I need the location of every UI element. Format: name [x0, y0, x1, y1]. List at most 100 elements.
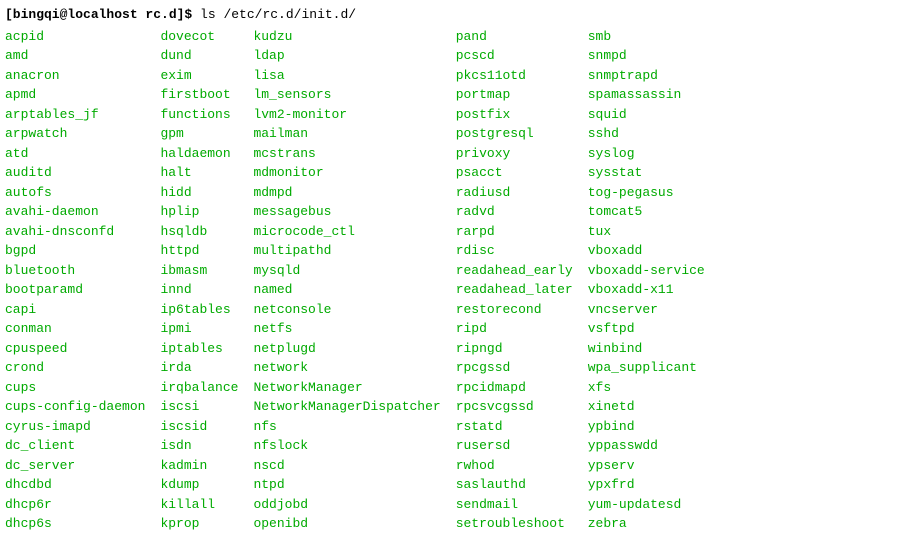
file-entry: atd	[5, 144, 145, 164]
column-5: smbsnmpdsnmptrapdspamassassinsquidsshdsy…	[588, 27, 705, 534]
file-entry: kudzu	[253, 27, 440, 47]
file-entry: yppasswdd	[588, 436, 705, 456]
file-entry: xinetd	[588, 397, 705, 417]
file-entry: smb	[588, 27, 705, 47]
file-entry: saslauthd	[456, 475, 573, 495]
file-entry: iptables	[160, 339, 238, 359]
file-entry: gpm	[160, 124, 238, 144]
column-3: kudzuldaplisalm_sensorslvm2-monitormailm…	[253, 27, 440, 534]
ls-output: acpidamdanacronapmdarptables_jfarpwatcha…	[5, 27, 914, 534]
file-entry: halt	[160, 163, 238, 183]
file-entry: mdmonitor	[253, 163, 440, 183]
terminal-prompt-line: [bingqi@localhost rc.d]$ ls /etc/rc.d/in…	[5, 5, 914, 25]
file-entry: bluetooth	[5, 261, 145, 281]
file-entry: hsqldb	[160, 222, 238, 242]
file-entry: cups	[5, 378, 145, 398]
file-entry: dhcp6s	[5, 514, 145, 534]
file-entry: rarpd	[456, 222, 573, 242]
file-entry: pand	[456, 27, 573, 47]
file-entry: mcstrans	[253, 144, 440, 164]
file-entry: tog-pegasus	[588, 183, 705, 203]
file-entry: amd	[5, 46, 145, 66]
file-entry: tomcat5	[588, 202, 705, 222]
shell-prompt: [bingqi@localhost rc.d]$	[5, 7, 192, 22]
file-entry: squid	[588, 105, 705, 125]
file-entry: vncserver	[588, 300, 705, 320]
file-entry: rpcgssd	[456, 358, 573, 378]
file-entry: messagebus	[253, 202, 440, 222]
file-entry: restorecond	[456, 300, 573, 320]
file-entry: sendmail	[456, 495, 573, 515]
file-entry: sysstat	[588, 163, 705, 183]
file-entry: crond	[5, 358, 145, 378]
file-entry: microcode_ctl	[253, 222, 440, 242]
file-entry: vboxadd-x11	[588, 280, 705, 300]
file-entry: iscsid	[160, 417, 238, 437]
file-entry: functions	[160, 105, 238, 125]
file-entry: snmptrapd	[588, 66, 705, 86]
file-entry: ibmasm	[160, 261, 238, 281]
file-entry: httpd	[160, 241, 238, 261]
file-entry: lisa	[253, 66, 440, 86]
file-entry: rpcsvcgssd	[456, 397, 573, 417]
file-entry: avahi-dnsconfd	[5, 222, 145, 242]
file-entry: iscsi	[160, 397, 238, 417]
file-entry: sshd	[588, 124, 705, 144]
file-entry: setroubleshoot	[456, 514, 573, 534]
file-entry: nfslock	[253, 436, 440, 456]
file-entry: hplip	[160, 202, 238, 222]
file-entry: readahead_early	[456, 261, 573, 281]
file-entry: conman	[5, 319, 145, 339]
file-entry: rpcidmapd	[456, 378, 573, 398]
file-entry: tux	[588, 222, 705, 242]
file-entry: bootparamd	[5, 280, 145, 300]
file-entry: radiusd	[456, 183, 573, 203]
file-entry: haldaemon	[160, 144, 238, 164]
file-entry: ripd	[456, 319, 573, 339]
file-entry: firstboot	[160, 85, 238, 105]
file-entry: isdn	[160, 436, 238, 456]
file-entry: ip6tables	[160, 300, 238, 320]
file-entry: arpwatch	[5, 124, 145, 144]
file-entry: wpa_supplicant	[588, 358, 705, 378]
file-entry: autofs	[5, 183, 145, 203]
file-entry: hidd	[160, 183, 238, 203]
file-entry: vboxadd	[588, 241, 705, 261]
file-entry: openibd	[253, 514, 440, 534]
file-entry: nscd	[253, 456, 440, 476]
file-entry: anacron	[5, 66, 145, 86]
file-entry: zebra	[588, 514, 705, 534]
file-entry: capi	[5, 300, 145, 320]
file-entry: readahead_later	[456, 280, 573, 300]
file-entry: postgresql	[456, 124, 573, 144]
file-entry: avahi-daemon	[5, 202, 145, 222]
file-entry: dhcp6r	[5, 495, 145, 515]
file-entry: oddjobd	[253, 495, 440, 515]
column-2: dovecotdundeximfirstbootfunctionsgpmhald…	[160, 27, 238, 534]
file-entry: xfs	[588, 378, 705, 398]
file-entry: dc_client	[5, 436, 145, 456]
file-entry: auditd	[5, 163, 145, 183]
file-entry: dovecot	[160, 27, 238, 47]
file-entry: winbind	[588, 339, 705, 359]
file-entry: ldap	[253, 46, 440, 66]
file-entry: syslog	[588, 144, 705, 164]
file-entry: netfs	[253, 319, 440, 339]
file-entry: mailman	[253, 124, 440, 144]
file-entry: nfs	[253, 417, 440, 437]
file-entry: radvd	[456, 202, 573, 222]
file-entry: postfix	[456, 105, 573, 125]
file-entry: snmpd	[588, 46, 705, 66]
column-4: pandpcscdpkcs11otdportmappostfixpostgres…	[456, 27, 573, 534]
file-entry: acpid	[5, 27, 145, 47]
file-entry: irqbalance	[160, 378, 238, 398]
file-entry: spamassassin	[588, 85, 705, 105]
file-entry: ypxfrd	[588, 475, 705, 495]
file-entry: multipathd	[253, 241, 440, 261]
file-entry: kprop	[160, 514, 238, 534]
file-entry: ypserv	[588, 456, 705, 476]
file-entry: rstatd	[456, 417, 573, 437]
file-entry: named	[253, 280, 440, 300]
file-entry: ipmi	[160, 319, 238, 339]
file-entry: network	[253, 358, 440, 378]
